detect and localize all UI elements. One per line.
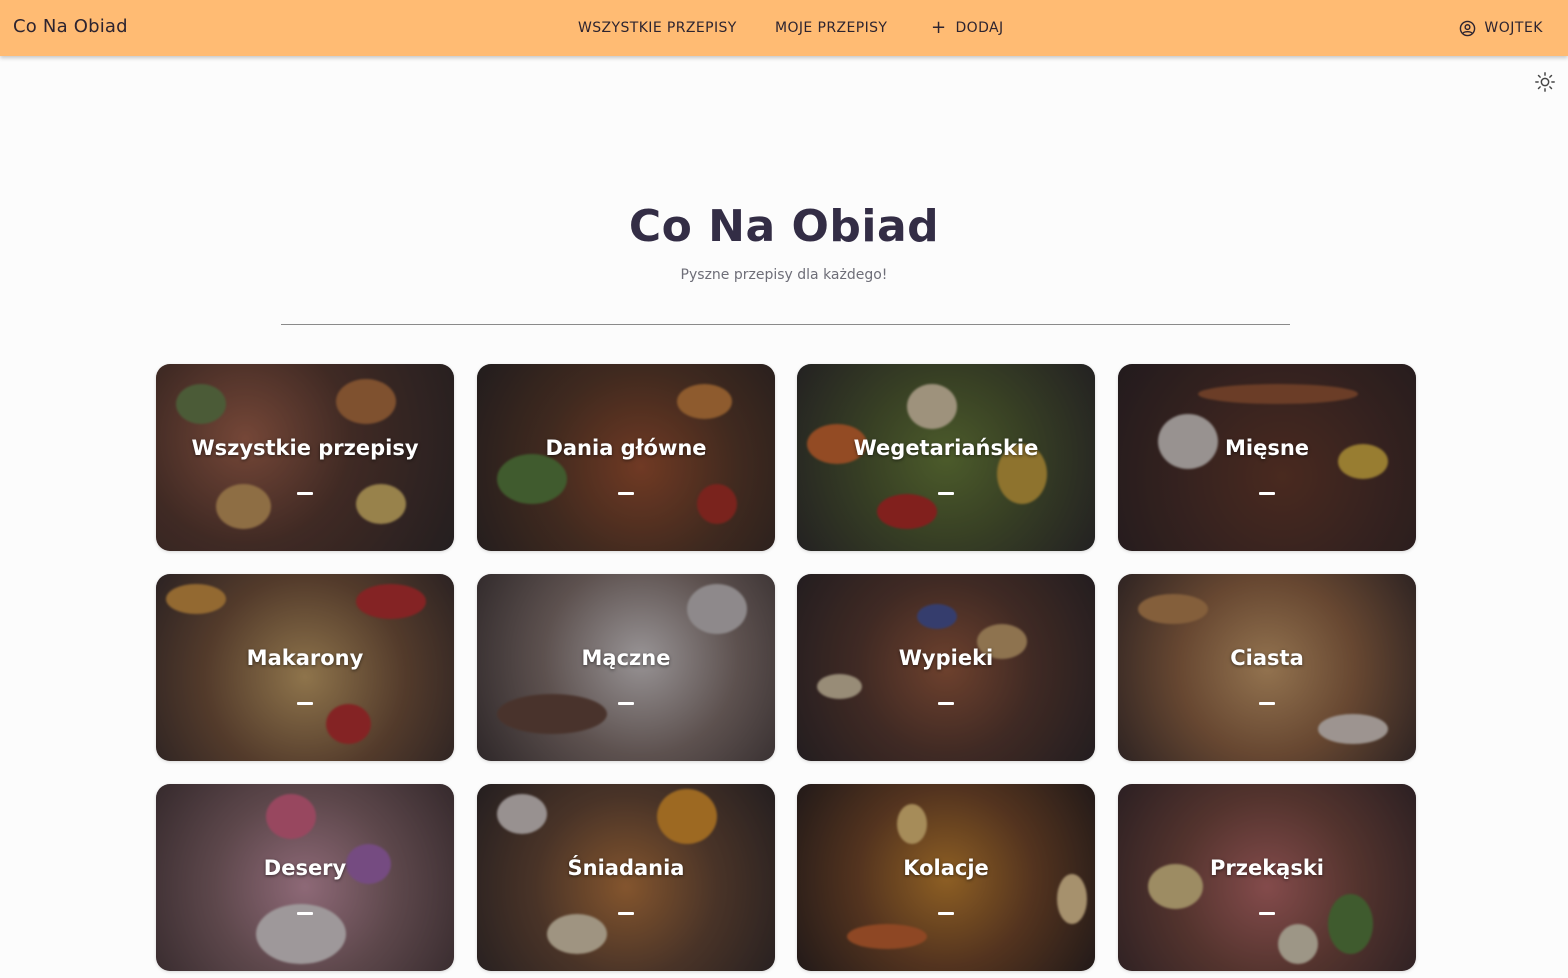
card-dash (938, 702, 954, 705)
card-dash (1259, 492, 1275, 495)
nav-my-recipes-label: MOJE PRZEPISY (775, 20, 888, 36)
plus-icon: + (931, 17, 947, 38)
category-title: Przekąski (1209, 856, 1324, 880)
category-card-dinners[interactable]: Kolacje (797, 784, 1095, 971)
category-card-desserts[interactable]: Desery (156, 784, 454, 971)
nav-add-recipe[interactable]: + DODAJ (931, 0, 1004, 56)
category-title: Wegetariańskie (853, 436, 1039, 460)
category-title: Ciasta (1230, 646, 1304, 670)
card-dash (297, 912, 313, 915)
card-dash (1259, 702, 1275, 705)
category-card-meat[interactable]: Mięsne (1118, 364, 1416, 551)
card-dash (938, 912, 954, 915)
category-title: Mięsne (1224, 436, 1310, 460)
category-title: Kolacje (903, 856, 989, 880)
account-circle-icon (1460, 20, 1476, 36)
nav-all-recipes[interactable]: WSZYSTKIE PRZEPISY (578, 0, 737, 56)
category-card-pasta[interactable]: Makarony (156, 574, 454, 761)
nav-my-recipes[interactable]: MOJE PRZEPISY (775, 0, 887, 56)
category-card-snacks[interactable]: Przekąski (1118, 784, 1416, 971)
card-dash (1259, 912, 1275, 915)
card-dash (297, 492, 313, 495)
top-app-bar: Co Na Obiad WSZYSTKIE PRZEPISY MOJE PRZE… (0, 0, 1568, 56)
user-name: WOJTEK (1484, 20, 1543, 36)
category-title: Dania główne (545, 436, 707, 460)
nav-add-label: DODAJ (955, 20, 1004, 36)
category-card-vegetarian[interactable]: Wegetariańskie (797, 364, 1095, 551)
category-card-baking[interactable]: Wypieki (797, 574, 1095, 761)
sun-icon (1535, 72, 1555, 92)
card-dash (618, 702, 634, 705)
category-title: Śniadania (567, 856, 685, 880)
category-title: Desery (263, 856, 347, 880)
page-subtitle: Pyszne przepisy dla każdego! (680, 267, 888, 283)
category-card-flour[interactable]: Mączne (477, 574, 775, 761)
user-menu-button[interactable]: WOJTEK (1459, 0, 1543, 56)
category-card-main-dishes[interactable]: Dania główne (477, 364, 775, 551)
section-divider (281, 324, 1290, 325)
category-card-breakfast[interactable]: Śniadania (477, 784, 775, 971)
card-dash (618, 912, 634, 915)
theme-toggle-button[interactable] (1534, 71, 1556, 93)
category-title: Makarony (246, 646, 364, 670)
brand-logo-text[interactable]: Co Na Obiad (13, 16, 128, 37)
category-title: Mączne (581, 646, 671, 670)
page-title: Co Na Obiad (628, 201, 940, 252)
nav-all-recipes-label: WSZYSTKIE PRZEPISY (578, 20, 737, 36)
card-dash (618, 492, 634, 495)
category-card-all[interactable]: Wszystkie przepisy (156, 364, 454, 551)
card-dash (938, 492, 954, 495)
category-title: Wszystkie przepisy (191, 436, 419, 460)
category-title: Wypieki (898, 646, 994, 670)
card-dash (297, 702, 313, 705)
category-card-cakes[interactable]: Ciasta (1118, 574, 1416, 761)
